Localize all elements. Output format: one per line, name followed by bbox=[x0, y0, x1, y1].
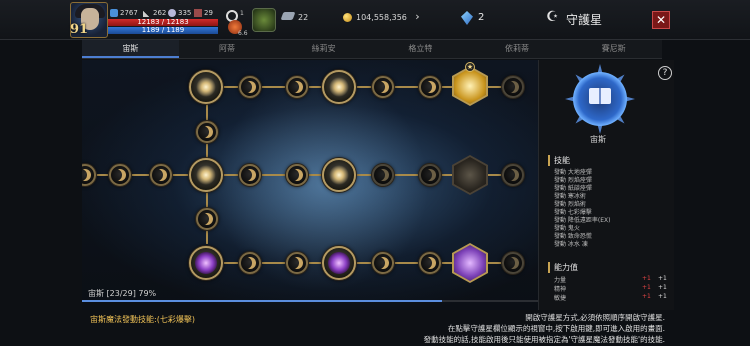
stat-attack: 2767 bbox=[110, 9, 138, 17]
star-node-locked[interactable] bbox=[372, 164, 394, 186]
tab-sainisi[interactable]: 賽尼斯 bbox=[565, 40, 662, 58]
emblem-name: 宙斯 bbox=[590, 135, 606, 144]
attribute-row: 力量 +1 +1 bbox=[554, 275, 667, 284]
star-node[interactable] bbox=[419, 76, 441, 98]
star-node-major[interactable] bbox=[189, 158, 223, 192]
mp-bar: 1189 / 1189 bbox=[108, 27, 218, 34]
tab-yilidi[interactable]: 依莉蒂 bbox=[469, 40, 566, 58]
silver-amount: 22 bbox=[298, 13, 309, 22]
sword-icon bbox=[143, 9, 151, 17]
star-node[interactable] bbox=[150, 164, 172, 186]
star-node[interactable] bbox=[419, 252, 441, 274]
star-node-locked[interactable] bbox=[419, 164, 441, 186]
star-node[interactable] bbox=[239, 252, 261, 274]
star-node-locked[interactable] bbox=[502, 76, 524, 98]
progress-bar bbox=[82, 300, 538, 302]
gold-amount: 104,558,356 bbox=[356, 13, 407, 22]
gold-coin-icon bbox=[343, 13, 352, 22]
character-level: 91 bbox=[70, 22, 89, 37]
star-node[interactable] bbox=[196, 121, 218, 143]
stat-weapon: 262 bbox=[143, 9, 166, 17]
hp-bar: 12183 / 12183 bbox=[108, 19, 218, 26]
tab-zeus[interactable]: 宙斯 bbox=[82, 40, 179, 58]
guardian-star-icon: ☪ bbox=[546, 9, 559, 25]
star-node[interactable] bbox=[109, 164, 131, 186]
close-icon: ✕ bbox=[655, 13, 667, 27]
star-node[interactable] bbox=[372, 76, 394, 98]
info-line: 發動技能的話,技能啟用後只能使用被指定為'守護星魔法發動技能'的技能. bbox=[423, 335, 665, 344]
star-node-locked[interactable] bbox=[502, 164, 524, 186]
star-node-major[interactable] bbox=[322, 70, 356, 104]
progress-fill bbox=[82, 300, 443, 302]
star-node[interactable] bbox=[286, 252, 308, 274]
skills-title: 技能 bbox=[548, 155, 570, 166]
progress-label: 宙斯 [23/29] 79% bbox=[88, 289, 157, 298]
close-button[interactable]: ✕ bbox=[652, 11, 670, 29]
stat-magic: 335 bbox=[168, 9, 191, 17]
window-title: 守護星 bbox=[566, 13, 603, 27]
info-line: 在點擊守護星欄位顯示的視窗中,按下啟用鍵,即可進入啟用的畫面. bbox=[447, 324, 665, 333]
help-icon[interactable]: ? bbox=[658, 66, 672, 80]
star-badge-icon: ★ bbox=[465, 62, 475, 72]
zeus-emblem-icon bbox=[565, 64, 635, 134]
tab-gelite[interactable]: 格立特 bbox=[372, 40, 469, 58]
chevron-right-icon[interactable]: › bbox=[412, 10, 423, 24]
star-node-major[interactable] bbox=[322, 246, 356, 280]
star-node[interactable] bbox=[82, 164, 96, 186]
stat-other: 29 bbox=[194, 9, 213, 17]
attribute-row: 敏捷 +1 +1 bbox=[554, 293, 667, 302]
star-node[interactable] bbox=[239, 76, 261, 98]
tab-ati[interactable]: 阿蒂 bbox=[179, 40, 276, 58]
attributes-title: 能力值 bbox=[548, 262, 578, 273]
attribute-row: 精神 +1 +1 bbox=[554, 284, 667, 293]
crystal-count: 2 bbox=[478, 12, 485, 23]
star-node[interactable] bbox=[372, 252, 394, 274]
constellation-board: ★ bbox=[82, 60, 538, 310]
skill-item: 發動 冰水 凍 bbox=[554, 241, 588, 248]
star-node-major[interactable] bbox=[189, 70, 223, 104]
pet-leaf-icon[interactable] bbox=[252, 8, 276, 32]
star-node-major[interactable] bbox=[189, 246, 223, 280]
star-node[interactable] bbox=[239, 164, 261, 186]
bag-icon bbox=[194, 9, 202, 17]
info-line: 開啟守護星方式,必須依照順序開啟守護星. bbox=[525, 313, 665, 322]
star-node-major[interactable] bbox=[322, 158, 356, 192]
star-node[interactable] bbox=[286, 76, 308, 98]
magic-icon bbox=[168, 9, 176, 17]
activation-skill-text: 宙斯魔法發動技能:(七彩爆擊) bbox=[90, 315, 195, 324]
shield-icon bbox=[110, 9, 118, 17]
star-node[interactable] bbox=[196, 208, 218, 230]
constellation-tabs: 宙斯 阿蒂 絲莉安 格立特 依莉蒂 賽尼斯 bbox=[82, 40, 662, 59]
tab-silian[interactable]: 絲莉安 bbox=[275, 40, 372, 58]
star-node-locked[interactable] bbox=[502, 252, 524, 274]
star-node[interactable] bbox=[286, 164, 308, 186]
